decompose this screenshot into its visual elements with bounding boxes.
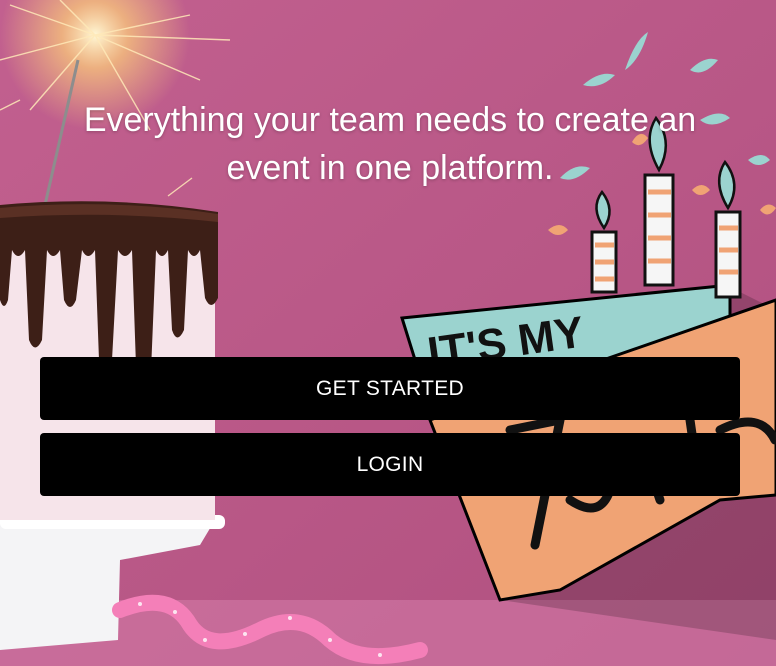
login-button[interactable]: LOGIN	[40, 433, 740, 496]
hero-headline: Everything your team needs to create an …	[40, 96, 740, 192]
hero-headline-line-2: event in one platform.	[226, 149, 554, 187]
get-started-button[interactable]: GET STARTED	[40, 357, 740, 420]
hero-headline-line-1: Everything your team needs to create an	[83, 101, 697, 139]
